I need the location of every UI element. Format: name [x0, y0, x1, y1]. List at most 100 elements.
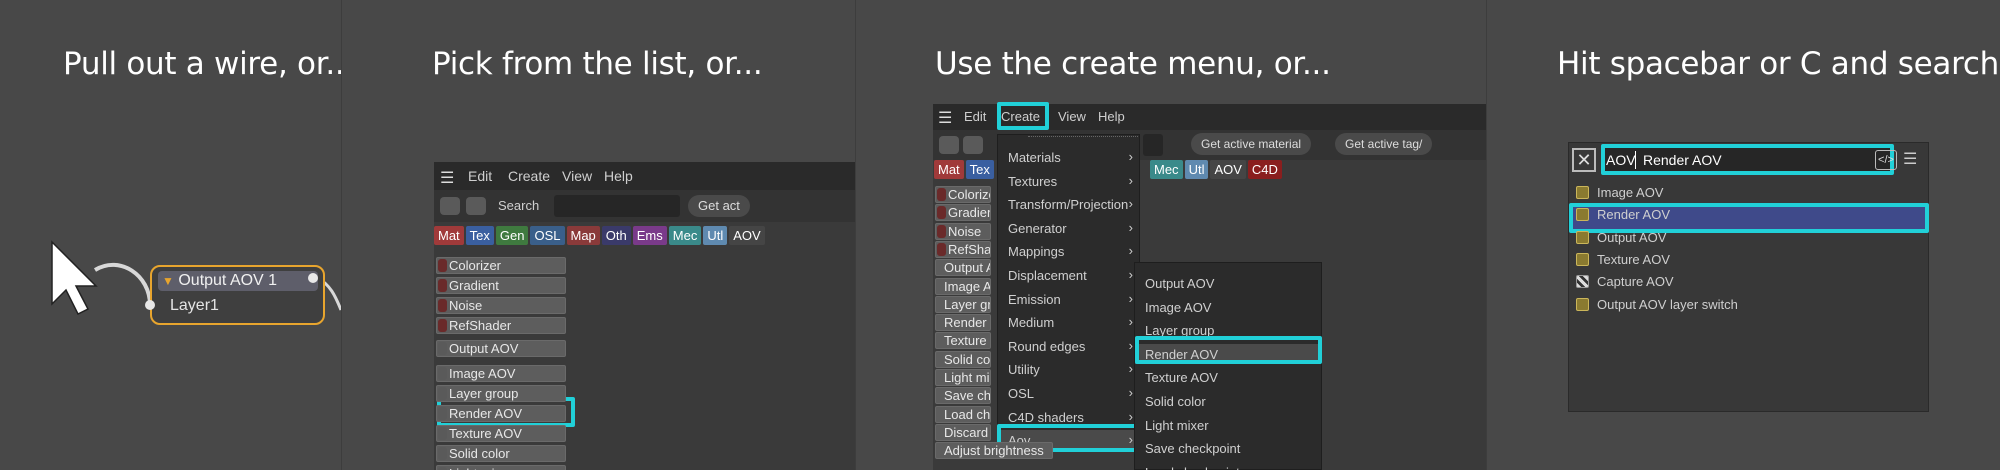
search-input[interactable] — [1143, 134, 1163, 156]
list-item-output-aov[interactable]: Output AOV — [436, 340, 566, 357]
search-result-output-aov-layer-switch[interactable]: Output AOV layer switch — [1576, 297, 1738, 312]
submenu-item-image-aov[interactable]: Image AOV — [1135, 297, 1321, 317]
tag-ems[interactable]: Ems — [632, 226, 667, 245]
create-menu-item-transform-projection[interactable]: Transform/Projection › — [998, 194, 1139, 214]
create-menu-item-medium[interactable]: Medium › — [998, 312, 1139, 332]
list-item[interactable]: Load ch — [935, 405, 991, 423]
create-menu-item-utility[interactable]: Utility › — [998, 359, 1139, 379]
node-output-port[interactable] — [308, 273, 318, 283]
list-item[interactable]: Noise — [935, 222, 991, 240]
create-menu-item-generator[interactable]: Generator › — [998, 218, 1139, 238]
get-active-material-button[interactable]: Get active material — [1191, 133, 1312, 155]
node-input-port[interactable] — [145, 300, 155, 310]
search-result-label: Output AOV — [1597, 229, 1667, 245]
search-result-label: Render AOV — [1597, 207, 1670, 223]
list-item-noise[interactable]: Noise — [436, 297, 566, 314]
get-active-button[interactable]: Get act — [688, 195, 750, 217]
list-item-image-aov[interactable]: Image AOV — [436, 365, 566, 382]
menu-edit[interactable]: Edit — [964, 109, 986, 124]
menu-edit[interactable]: Edit — [468, 168, 492, 184]
list-item[interactable]: Render — [935, 314, 991, 332]
tag-tex[interactable]: Tex — [965, 160, 994, 179]
list-item-gradient[interactable]: Gradient — [436, 277, 566, 294]
tag-aov[interactable]: AOV — [1210, 160, 1246, 179]
list-item[interactable]: Solid co — [935, 350, 991, 368]
list-item-label: Output A — [944, 260, 991, 276]
submenu-item-load-checkpoint[interactable]: Load checkpoint — [1135, 462, 1321, 470]
list-item-refshader[interactable]: RefShader — [436, 317, 566, 334]
menu-create[interactable]: Create — [508, 168, 550, 184]
tag-osl[interactable]: OSL — [530, 226, 565, 245]
submenu-item-texture-aov[interactable]: Texture AOV — [1135, 367, 1321, 387]
hamburger-menu-icon[interactable]: ☰ — [938, 108, 952, 128]
submenu-item-label: Light mixer — [1145, 417, 1209, 433]
list-item[interactable]: Layer gr — [935, 295, 991, 313]
close-icon[interactable]: ✕ — [1572, 148, 1596, 172]
tag-map[interactable]: Map — [566, 226, 600, 245]
list-item-texture-aov[interactable]: Texture AOV — [436, 425, 566, 442]
list-item-render-aov[interactable]: Render AOV — [436, 405, 566, 422]
list-view-icon[interactable]: ☰ — [1903, 149, 1917, 169]
tag-utl[interactable]: Utl — [1184, 160, 1209, 179]
create-menu-item-textures[interactable]: Textures › — [998, 171, 1139, 191]
tag-mec[interactable]: Mec — [668, 226, 702, 245]
tag-oth[interactable]: Oth — [601, 226, 631, 245]
tag-mat[interactable]: Mat — [934, 160, 964, 179]
create-menu-item-mappings[interactable]: Mappings › — [998, 241, 1139, 261]
create-menu-item-osl[interactable]: OSL › — [998, 383, 1139, 403]
create-menu-item-emission[interactable]: Emission › — [998, 289, 1139, 309]
output-aov-node[interactable]: ▼ Output AOV 1 Layer1 — [150, 265, 325, 325]
tag-utl[interactable]: Utl — [703, 226, 728, 245]
node-header[interactable]: ▼ Output AOV 1 — [158, 271, 318, 291]
list-item[interactable]: Texture — [935, 332, 991, 350]
menu-help[interactable]: Help — [1098, 109, 1125, 124]
submenu-item-light-mixer[interactable]: Light mixer — [1135, 415, 1321, 435]
get-active-tag-button[interactable]: Get active tag/ — [1335, 133, 1433, 155]
submenu-item-save-checkpoint[interactable]: Save checkpoint — [1135, 438, 1321, 458]
list-item-light-mixer[interactable]: Light mixer — [436, 465, 566, 470]
list-item[interactable]: Adjust brightness — [935, 442, 1053, 460]
list-item[interactable]: Image A — [935, 277, 991, 295]
list-item[interactable]: Output A — [935, 259, 991, 277]
create-menu-item-displacement[interactable]: Displacement › — [998, 265, 1139, 285]
search-result-output-aov[interactable]: Output AOV — [1576, 230, 1666, 245]
search-result-render-aov[interactable]: Render AOV — [1576, 207, 1670, 222]
submenu-item-output-aov[interactable]: Output AOV — [1135, 273, 1321, 293]
tag-mat[interactable]: Mat — [434, 226, 464, 245]
search-result-image-aov[interactable]: Image AOV — [1576, 185, 1663, 200]
tag-c4d[interactable]: C4D — [1247, 160, 1282, 179]
search-result-texture-aov[interactable]: Texture AOV — [1576, 252, 1670, 267]
search-input-value[interactable]: AOV — [1606, 152, 1636, 168]
triangle-down-icon: ▼ — [162, 274, 174, 288]
create-menu-item-materials[interactable]: Materials › — [998, 147, 1139, 167]
submenu-item-solid-color[interactable]: Solid color — [1135, 391, 1321, 411]
create-menu-item-round-edges[interactable]: Round edges › — [998, 336, 1139, 356]
tag-gen[interactable]: Gen — [495, 226, 529, 245]
magnet-icon[interactable] — [939, 136, 959, 154]
list-item[interactable]: Gradien — [935, 204, 991, 222]
panel-heading: Use the create menu, or... — [935, 46, 1331, 82]
list-item-layer-group[interactable]: Layer group — [436, 385, 566, 402]
tag-mec[interactable]: Mec — [1150, 160, 1183, 179]
hamburger-menu-icon[interactable]: ☰ — [440, 168, 454, 188]
magnet-icon[interactable] — [440, 197, 460, 215]
menu-view[interactable]: View — [562, 168, 592, 184]
list-item[interactable]: Light mi — [935, 369, 991, 386]
search-field[interactable]: AOV Render AOV — [1601, 144, 1894, 175]
search-input[interactable] — [554, 195, 680, 217]
list-item[interactable]: Discard — [935, 423, 991, 441]
list-item-solid-color[interactable]: Solid color — [436, 445, 566, 462]
search-result-capture-aov[interactable]: Capture AOV — [1576, 274, 1674, 289]
code-icon[interactable]: </> — [1875, 150, 1897, 170]
tag-aov[interactable]: AOV — [729, 226, 765, 245]
list-item[interactable]: RefShad — [935, 240, 991, 258]
magnet-alt-icon[interactable] — [466, 197, 486, 215]
menu-view[interactable]: View — [1058, 109, 1086, 124]
list-item[interactable]: Save ch — [935, 387, 991, 405]
list-item-colorizer[interactable]: Colorizer — [436, 257, 566, 274]
magnet-alt-icon[interactable] — [963, 136, 983, 154]
menu-help[interactable]: Help — [604, 168, 633, 184]
tag-tex[interactable]: Tex — [465, 226, 494, 245]
list-item[interactable]: Colorize — [935, 186, 991, 203]
menu-item-label: Materials — [1008, 150, 1061, 165]
